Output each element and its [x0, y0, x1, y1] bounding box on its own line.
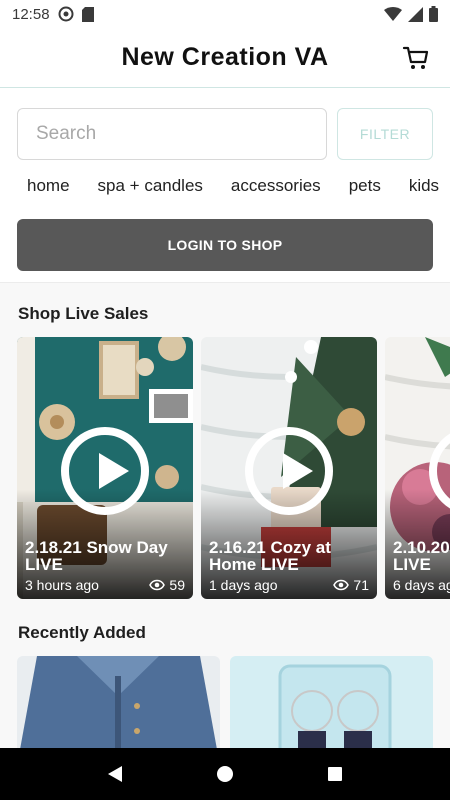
- cart-icon: [402, 46, 429, 69]
- product-image: [230, 656, 433, 748]
- app-header: New Creation VA: [0, 28, 450, 88]
- live-sale-title: 2.16.21 Cozy at Home LIVE: [209, 538, 331, 574]
- eye-icon: [333, 579, 350, 591]
- category-accessories[interactable]: accessories: [231, 176, 321, 204]
- filter-button[interactable]: FILTER: [337, 108, 433, 160]
- back-icon[interactable]: [106, 765, 124, 783]
- product-card[interactable]: [230, 656, 433, 748]
- recents-icon[interactable]: [326, 765, 344, 783]
- category-pets[interactable]: pets: [349, 176, 381, 204]
- live-sale-card[interactable]: 2.16.21 Cozy at Home LIVE 1 days ago 71: [201, 337, 377, 599]
- live-sale-title: 2.10.20 Snow Day LIVE: [393, 538, 450, 574]
- home-icon[interactable]: [216, 765, 234, 783]
- recently-added-heading: Recently Added: [18, 623, 146, 642]
- category-spa-candles[interactable]: spa + candles: [98, 176, 203, 204]
- status-bar: 12:58: [0, 0, 450, 28]
- live-sales-heading: Shop Live Sales: [18, 304, 149, 323]
- app-screen: 12:58 New Creation VA Search FILTER home…: [0, 0, 450, 800]
- time-ago: 6 days ago: [393, 577, 450, 593]
- category-home[interactable]: home: [27, 176, 70, 204]
- product-card[interactable]: [17, 656, 220, 748]
- live-sale-meta: 3 hours ago 59: [25, 577, 185, 593]
- status-time: 12:58: [12, 5, 50, 23]
- status-left: 12:58: [12, 6, 94, 23]
- live-sale-card[interactable]: 2.18.21 Snow Day LIVE 3 hours ago 59: [17, 337, 193, 599]
- search-input[interactable]: [17, 108, 327, 160]
- live-sale-title: 2.18.21 Snow Day LIVE: [25, 538, 168, 574]
- wifi-icon: [384, 7, 402, 21]
- sd-card-icon: [81, 6, 94, 22]
- live-sale-meta: 1 days ago 71: [209, 577, 369, 593]
- battery-icon: [429, 6, 438, 22]
- time-ago: 3 hours ago: [25, 577, 99, 593]
- cart-button[interactable]: [402, 44, 430, 72]
- live-sale-card[interactable]: 2.10.20 Snow Day LIVE 6 days ago: [385, 337, 450, 599]
- live-sale-meta: 6 days ago: [393, 577, 450, 593]
- eye-icon: [149, 579, 166, 591]
- live-sales-carousel[interactable]: 2.18.21 Snow Day LIVE 3 hours ago 59 2.1…: [17, 337, 450, 599]
- category-kids[interactable]: kids: [409, 176, 439, 204]
- recently-added-list[interactable]: [17, 656, 450, 748]
- play-icon[interactable]: [245, 427, 333, 515]
- view-count-value: 59: [169, 577, 185, 593]
- time-ago: 1 days ago: [209, 577, 278, 593]
- page-title: New Creation VA: [121, 43, 329, 71]
- status-right: [384, 6, 438, 22]
- view-count-value: 71: [353, 577, 369, 593]
- view-count: 59: [149, 577, 185, 593]
- category-nav: home spa + candles accessories pets kids: [27, 176, 450, 204]
- view-count: 71: [333, 577, 369, 593]
- signal-icon: [408, 6, 423, 22]
- search-row: FILTER: [17, 108, 433, 160]
- login-to-shop-button[interactable]: LOGIN TO SHOP: [17, 219, 433, 271]
- system-nav-bar: [0, 748, 450, 800]
- play-icon[interactable]: [61, 427, 149, 515]
- at-sign-icon: [58, 6, 74, 22]
- product-image: [17, 656, 220, 748]
